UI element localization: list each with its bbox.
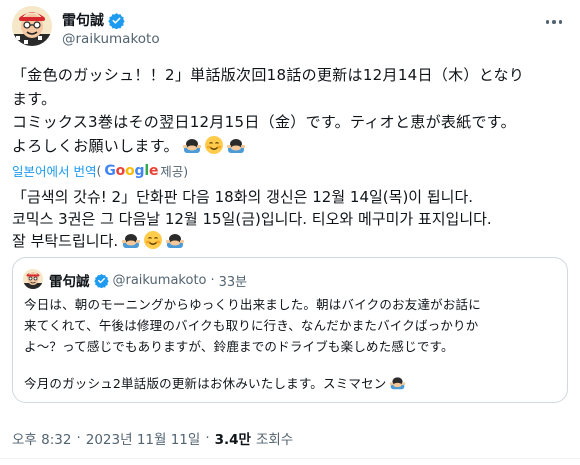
smiling-face-emoji-icon [144, 231, 163, 249]
verified-badge-icon [93, 273, 109, 288]
translated-line-with-emoji: 잘 부탁드립니다. [12, 230, 572, 253]
translation-attribution: 일본어에서 번역 ( Google 제공) [12, 161, 188, 180]
google-logo: Google [104, 162, 159, 179]
tweet-line: 「金色のガッシュ！！2」単話版次回18話の更新は12月14日（木）となり [12, 66, 525, 84]
views-label: 조회수 [255, 432, 294, 448]
views-count: 3.4만 [214, 432, 251, 448]
quoted-author-handle: @raikumakoto [112, 272, 207, 288]
tweet-header: 雷句誠 @raikumakoto [0, 0, 580, 56]
separator-dot: · [210, 272, 215, 288]
emoji-group [121, 230, 185, 250]
quoted-line: 来てくれて、午後は修理のバイクも取りに行き、なんだかまたバイクばっかりか [24, 318, 479, 333]
quoted-line: 今日は、朝のモーニングからゆっくり出来ました。朝はバイクのお友達がお話に [24, 297, 481, 312]
smiling-face-emoji-icon [204, 135, 223, 154]
bowing-person-emoji-icon [389, 377, 405, 390]
translated-line: 잘 부탁드립니다. [12, 232, 119, 250]
paren-open: ( [96, 163, 102, 178]
more-dot-icon [552, 20, 556, 24]
tweet-line: よろしくお願いします。 [12, 136, 179, 155]
tweet-text-original: 「金色のガッシュ！！2」単話版次回18話の更新は12月14日（木）となり ます。… [12, 64, 572, 158]
tweet-text-translated: 「금색의 갓슈! 2」단화판 다음 18화의 갱신은 12월 14일(목)이 됩… [12, 187, 572, 253]
author-avatar[interactable] [12, 6, 52, 46]
tweet-meta: 오후 8:32 · 2023년 11월 11일 · 3.4만 조회수 [12, 428, 293, 448]
more-dot-icon [545, 20, 550, 24]
bowing-person-emoji-icon [166, 234, 185, 248]
quoted-line: 今月のガッシュ2単話版の更新はお休みいたします。スミマセン [24, 376, 387, 391]
translated-line: 「금색의 갓슈! 2」단화판 다음 18화의 갱신은 12월 14일(목)이 됩… [12, 188, 474, 206]
author-name-line: 雷句誠 [62, 10, 125, 30]
separator-dot: · [76, 430, 81, 446]
bowing-person-emoji-icon [122, 234, 141, 248]
translated-line: 코믹스 3권은 그 다음날 12월 15일(금)입니다. 티오와 메구미가 표지… [12, 209, 492, 228]
quoted-tweet-header: 雷句誠 @raikumakoto · 33분 [49, 270, 248, 291]
verified-badge-icon[interactable] [108, 12, 125, 29]
bowing-person-emoji-icon [226, 138, 245, 153]
divider [0, 458, 580, 459]
tweet-date[interactable]: 2023년 11월 11일 [86, 428, 201, 448]
tweet-time[interactable]: 오후 8:32 [12, 428, 71, 448]
tweet-line: コミックス3巻はその翌日12月15日（金）です。ティオと恵が表紙です。 [12, 113, 516, 131]
provided-by-label: 제공) [160, 164, 189, 179]
quoted-tweet-text: 今日は、朝のモーニングからゆっくり出来ました。朝はバイクのお友達がお話に 来てく… [24, 294, 558, 394]
tweet-line: ます。 [12, 89, 57, 108]
quoted-line-with-emoji: 今月のガッシュ2単話版の更新はお休みいたします。スミマセン [24, 373, 558, 394]
quoted-tweet-card[interactable]: 雷句誠 @raikumakoto · 33분 今日は、朝のモーニングからゆっくり… [12, 257, 568, 403]
quoted-author-avatar[interactable] [23, 269, 43, 289]
separator-dot: · [205, 430, 210, 446]
quoted-line: よ〜？って感じでもありますが、鈴鹿までのドライブも楽しめた感じです。 [24, 339, 454, 354]
translated-from-link[interactable]: 일본어에서 번역 [12, 161, 96, 180]
author-handle[interactable]: @raikumakoto [62, 31, 160, 47]
emoji-group [182, 135, 246, 155]
more-options-button[interactable] [542, 14, 566, 30]
more-dot-icon [558, 20, 563, 24]
tweet-line-with-emoji: よろしくお願いします。 [12, 135, 572, 159]
quoted-tweet-time: 33분 [218, 274, 248, 290]
author-display-name[interactable]: 雷句誠 [62, 10, 104, 30]
bowing-person-emoji-icon [182, 138, 201, 153]
quoted-author-name: 雷句誠 [49, 274, 90, 290]
